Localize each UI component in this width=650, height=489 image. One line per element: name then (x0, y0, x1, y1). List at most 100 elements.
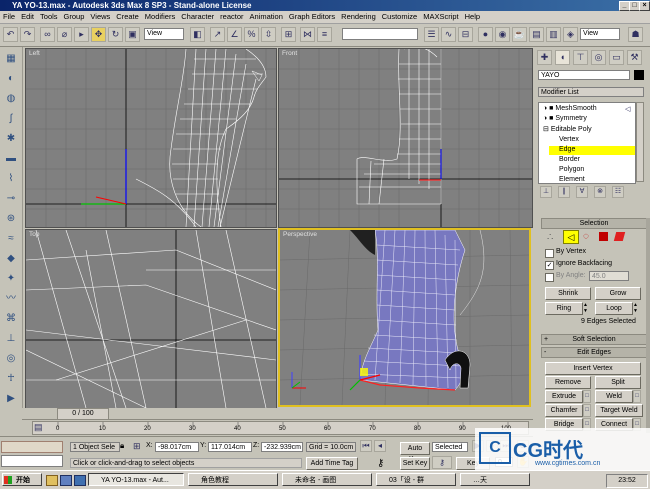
task-qq-group[interactable]: 03「设 - 群 (376, 473, 456, 486)
viewport-front[interactable]: Front (278, 48, 533, 228)
viewport-label-front[interactable]: Front (282, 50, 297, 57)
z-coordinate-field[interactable]: -232.939cm (261, 442, 303, 452)
configure-modifier-sets-icon[interactable]: ☷ (612, 186, 624, 198)
set-key-icon[interactable]: ⚷ (432, 456, 452, 469)
x-coordinate-field[interactable]: -98.017cm (155, 442, 199, 452)
utilities-tab-icon[interactable]: ⚒ (627, 50, 642, 65)
preview-animation-icon[interactable]: ▶ (4, 392, 18, 406)
motion-tab-icon[interactable]: ◎ (591, 50, 606, 65)
viewport-label-perspective[interactable]: Perspective (283, 231, 317, 238)
ragdoll-icon[interactable]: ☥ (4, 372, 18, 386)
soft-selection-rollout-header[interactable]: + Soft Selection (541, 334, 647, 345)
mirror-icon[interactable]: ⋈ (300, 27, 315, 42)
selection-rollout-header[interactable]: Selection (541, 218, 647, 229)
loop-button[interactable]: Loop (595, 302, 633, 315)
menu-graph-editors[interactable]: Graph Editors (286, 11, 338, 23)
previous-frame-icon[interactable]: ◂ (374, 440, 386, 452)
toggle-icon[interactable]: ◁ (625, 105, 630, 113)
motor-icon[interactable]: ⊛ (4, 212, 18, 226)
loop-spinner[interactable]: ▲ ▼ (633, 302, 639, 315)
weld-button[interactable]: Weld (595, 390, 633, 403)
soft-body-icon[interactable]: ◍ (4, 92, 18, 106)
track-bar-menu-icon[interactable]: ▤ (34, 422, 44, 432)
menu-maxscript[interactable]: MAXScript (420, 11, 461, 23)
menu-file[interactable]: File (0, 11, 18, 23)
render-scene-icon[interactable]: ◉ (495, 27, 510, 42)
link-icon[interactable]: ∞ (40, 27, 55, 42)
point-to-point-icon[interactable]: ◎ (4, 352, 18, 366)
plane-icon[interactable]: ▬ (4, 152, 18, 166)
render-view-dropdown[interactable]: View (580, 28, 620, 40)
deforming-mesh-icon[interactable]: ✱ (4, 132, 18, 146)
angle-spinner[interactable]: 45.0 (589, 271, 629, 281)
make-unique-icon[interactable]: ∀ (576, 186, 588, 198)
border-mode-icon[interactable]: ◌ (583, 231, 589, 242)
stack-item-edge[interactable]: Edge (549, 146, 635, 155)
cloth-icon[interactable]: ◐ (4, 72, 18, 86)
extrude-settings-icon[interactable]: □ (583, 390, 591, 403)
constraint-icon[interactable]: ⌘ (4, 312, 18, 326)
stack-item-border[interactable]: Border (559, 156, 580, 163)
lock-selection-icon[interactable]: 🔒︎ (120, 441, 124, 451)
stack-scrollbar[interactable] (636, 102, 644, 182)
pin-stack-icon[interactable]: ⊥ (540, 186, 552, 198)
add-time-tag-button[interactable]: Add Time Tag (306, 457, 358, 470)
hinge-icon[interactable]: ⊥ (4, 332, 18, 346)
menu-customize[interactable]: Customize (379, 11, 420, 23)
object-color-swatch[interactable] (634, 70, 644, 80)
edge-mode-icon[interactable]: ◁ (563, 230, 579, 244)
close-button[interactable]: × (639, 1, 650, 11)
menu-rendering[interactable]: Rendering (338, 11, 379, 23)
fracture-icon[interactable]: ✦ (4, 272, 18, 286)
panel-scrollbar[interactable] (646, 218, 650, 433)
render-type-icon[interactable]: ▤ (529, 27, 544, 42)
dashpot-icon[interactable]: ⊸ (4, 192, 18, 206)
rigid-body-icon[interactable]: ▦ (4, 52, 18, 66)
grow-button[interactable]: Grow (595, 287, 641, 300)
show-end-result-icon[interactable]: ∥ (558, 186, 570, 198)
viewport-label-top[interactable]: Top (29, 231, 39, 238)
key-mode-dropdown[interactable]: Selected (432, 442, 468, 452)
go-to-start-icon[interactable]: ⏮ (360, 440, 372, 452)
shrink-button[interactable]: Shrink (545, 287, 591, 300)
target-weld-button[interactable]: Target Weld (595, 404, 643, 417)
by-vertex-checkbox[interactable] (545, 249, 554, 258)
menu-edit[interactable]: Edit (18, 11, 37, 23)
water-icon[interactable]: 〰 (4, 292, 18, 306)
task-chat[interactable]: …天 (460, 473, 530, 486)
auto-key-button[interactable]: Auto Key (400, 442, 430, 463)
menu-help[interactable]: Help (462, 11, 483, 23)
stack-item-meshsmooth[interactable]: ◑ ■ MeshSmooth (543, 105, 597, 112)
insert-vertex-button[interactable]: Insert Vertex (545, 362, 641, 375)
unlink-icon[interactable]: ⌀ (57, 27, 72, 42)
menu-tools[interactable]: Tools (37, 11, 61, 23)
extrude-button[interactable]: Extrude (545, 390, 583, 403)
named-selection-sets-dropdown[interactable] (342, 28, 418, 40)
remove-button[interactable]: Remove (545, 376, 591, 389)
split-button[interactable]: Split (595, 376, 641, 389)
scale-icon[interactable]: ▣ (125, 27, 140, 42)
task-3dsmax[interactable]: YA YO-13.max - Aut... (88, 473, 184, 486)
teapot-icon[interactable]: ☗ (628, 27, 643, 42)
spring-icon[interactable]: ⌇ (4, 172, 18, 186)
stack-item-element[interactable]: Element (559, 176, 585, 183)
named-selection-icon[interactable]: ⊞ (281, 27, 296, 42)
menu-create[interactable]: Create (113, 11, 142, 23)
quicklaunch-icon[interactable] (74, 475, 86, 486)
menu-modifiers[interactable]: Modifiers (142, 11, 178, 23)
display-tab-icon[interactable]: ▭ (609, 50, 624, 65)
pivot-icon[interactable]: ◧ (190, 27, 205, 42)
align-icon[interactable]: ≡ (317, 27, 332, 42)
by-angle-checkbox[interactable] (545, 273, 554, 282)
ring-button[interactable]: Ring (545, 302, 583, 315)
rope-icon[interactable]: ∫ (4, 112, 18, 126)
stack-item-polygon[interactable]: Polygon (559, 166, 584, 173)
modifier-list-dropdown[interactable]: Modifier List (538, 87, 644, 97)
set-key-button[interactable]: Set Key (400, 457, 430, 470)
modify-tab-icon[interactable]: ◖ (555, 50, 570, 65)
menu-animation[interactable]: Animation (247, 11, 286, 23)
redo-icon[interactable]: ↷ (20, 27, 35, 42)
move-icon[interactable]: ✥ (91, 27, 106, 42)
schematic-view-icon[interactable]: ⊟ (458, 27, 473, 42)
task-paint[interactable]: 未命名 - 画图 (282, 473, 372, 486)
